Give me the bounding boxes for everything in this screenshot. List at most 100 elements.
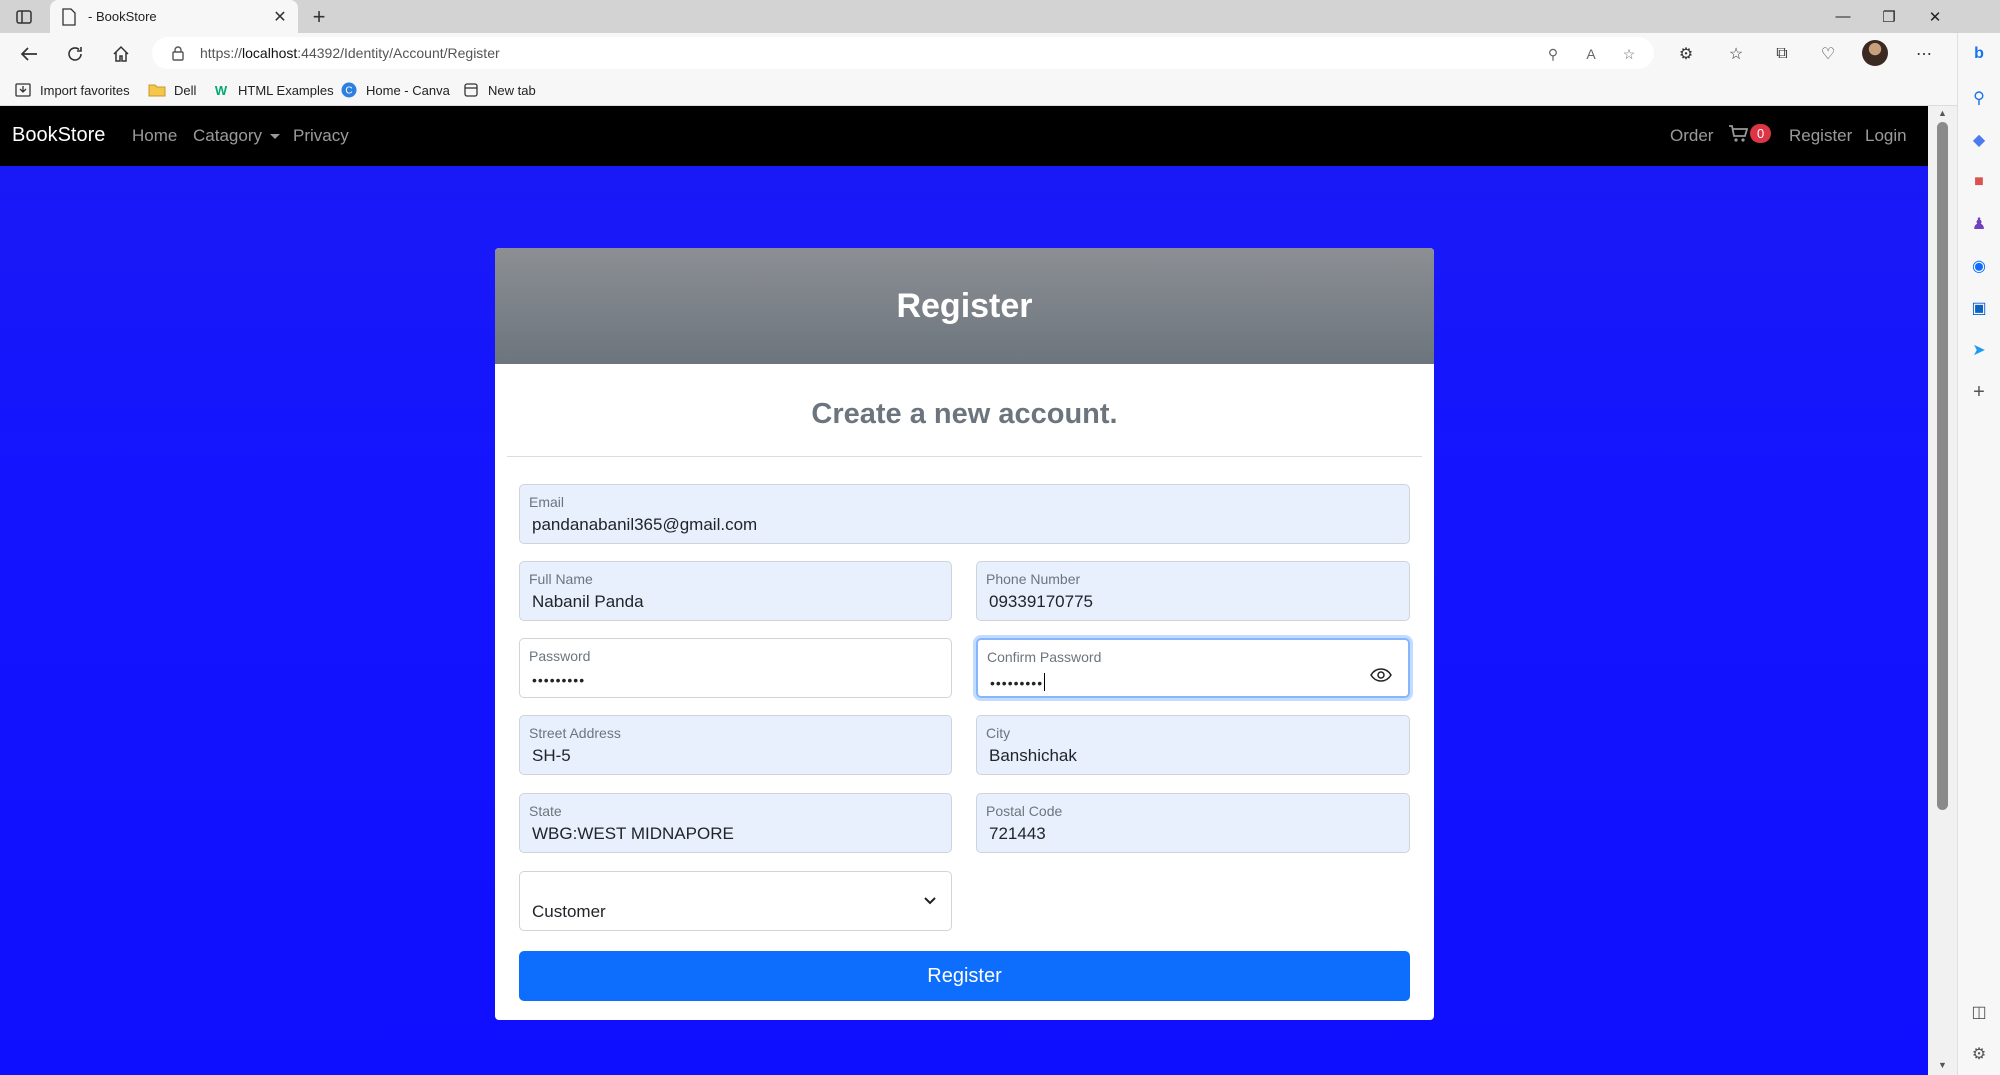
city-label: City bbox=[986, 725, 1011, 741]
cart-count-badge: 0 bbox=[1750, 124, 1772, 143]
fav-new-tab[interactable]: New tab bbox=[462, 79, 536, 101]
folder-icon bbox=[148, 82, 166, 98]
add-sidebar-icon[interactable]: + bbox=[1966, 379, 1992, 405]
nav-home[interactable]: Home bbox=[132, 126, 177, 146]
email-field[interactable]: Email pandanabanil365@gmail.com bbox=[519, 484, 1410, 544]
scroll-down-icon[interactable]: ▼ bbox=[1936, 1060, 1949, 1072]
register-button[interactable]: Register bbox=[519, 951, 1410, 1001]
full-name-label: Full Name bbox=[529, 571, 593, 587]
street-label: Street Address bbox=[529, 725, 621, 741]
role-selected-value: Customer bbox=[532, 902, 606, 921]
fav-import-favorites[interactable]: Import favorites bbox=[14, 79, 130, 101]
show-password-eye-icon[interactable] bbox=[1370, 668, 1392, 682]
divider bbox=[507, 456, 1422, 457]
search-icon[interactable]: ⚲ bbox=[1966, 85, 1992, 111]
shopping-icon[interactable]: ◆ bbox=[1966, 127, 1992, 153]
nav-login[interactable]: Login bbox=[1865, 126, 1907, 146]
add-favorite-icon[interactable]: ☆ bbox=[1618, 43, 1640, 65]
email-label: Email bbox=[529, 494, 565, 510]
role-select[interactable]: Customer bbox=[519, 871, 952, 931]
back-icon[interactable] bbox=[14, 39, 44, 69]
confirm-password-value: ••••••••• bbox=[990, 673, 1046, 691]
postal-code-field[interactable]: Postal Code 721443 bbox=[976, 793, 1410, 853]
city-field[interactable]: City Banshichak bbox=[976, 715, 1410, 775]
nav-privacy[interactable]: Privacy bbox=[293, 126, 349, 146]
profile-avatar[interactable] bbox=[1862, 40, 1888, 66]
lock-icon bbox=[172, 46, 184, 61]
hide-sidebar-icon[interactable]: ◫ bbox=[1966, 999, 1992, 1025]
state-value: WBG:WEST MIDNAPORE bbox=[532, 824, 734, 843]
fav-dell[interactable]: Dell bbox=[148, 79, 196, 101]
extensions-icon[interactable]: ⚙ bbox=[1672, 40, 1700, 68]
browser-tab[interactable]: - BookStore ✕ bbox=[50, 0, 298, 33]
full-name-value: Nabanil Panda bbox=[532, 592, 644, 611]
tab-close-icon[interactable]: ✕ bbox=[268, 5, 292, 29]
nav-category-dropdown[interactable]: Catagory bbox=[193, 126, 280, 146]
minimize-icon[interactable]: — bbox=[1820, 0, 1866, 33]
site-navbar: BookStore Home Catagory Privacy Order 0 … bbox=[0, 106, 1928, 166]
svg-text:C: C bbox=[345, 86, 352, 97]
phone-value: 09339170775 bbox=[989, 592, 1094, 611]
home-icon[interactable] bbox=[106, 39, 136, 69]
password-label: Password bbox=[529, 648, 591, 664]
restore-icon[interactable]: ❐ bbox=[1866, 0, 1912, 33]
url-bar[interactable]: https://localhost:44392/Identity/Account… bbox=[152, 37, 1654, 69]
performance-icon[interactable]: ♡ bbox=[1814, 40, 1842, 68]
page-scrollbar[interactable]: ▲ ▼ bbox=[1928, 106, 1957, 1075]
cart-icon bbox=[1729, 124, 1748, 142]
browser-tab-strip: - BookStore ✕ + — ❐ ✕ bbox=[0, 0, 2000, 33]
sidebar-toggle-icon[interactable] bbox=[10, 6, 38, 28]
dropdown-caret-icon bbox=[269, 134, 280, 140]
favorites-icon[interactable]: ☆ bbox=[1722, 40, 1750, 68]
send-icon[interactable]: ➤ bbox=[1966, 337, 1992, 363]
copilot-icon[interactable]: b bbox=[1966, 41, 1992, 67]
import-icon bbox=[14, 82, 32, 98]
games-icon[interactable]: ♟ bbox=[1966, 211, 1992, 237]
nav-order[interactable]: Order bbox=[1670, 126, 1713, 146]
page-icon bbox=[62, 7, 76, 26]
new-tab-button[interactable]: + bbox=[306, 4, 332, 30]
page-title: Register bbox=[896, 286, 1033, 325]
tab-title: - BookStore bbox=[88, 9, 157, 24]
cart-link[interactable]: 0 bbox=[1728, 124, 1772, 143]
scrollbar-thumb[interactable] bbox=[1937, 122, 1948, 810]
street-address-field[interactable]: Street Address SH-5 bbox=[519, 715, 952, 775]
key-icon[interactable]: ⚲ bbox=[1542, 43, 1564, 65]
form-subtitle: Create a new account. bbox=[811, 398, 1118, 430]
state-field[interactable]: State WBG:WEST MIDNAPORE bbox=[519, 793, 952, 853]
w3-icon: W bbox=[214, 82, 228, 98]
password-field[interactable]: Password ••••••••• bbox=[519, 638, 952, 698]
scroll-up-icon[interactable]: ▲ bbox=[1936, 108, 1949, 120]
postal-value: 721443 bbox=[989, 824, 1046, 843]
page-content: BookStore Home Catagory Privacy Order 0 … bbox=[0, 106, 1928, 1075]
confirm-password-label: Confirm Password bbox=[987, 649, 1102, 665]
url-text: https://localhost:44392/Identity/Account… bbox=[200, 45, 500, 61]
site-brand[interactable]: BookStore bbox=[12, 124, 105, 147]
state-label: State bbox=[529, 803, 562, 819]
fav-html-examples[interactable]: W HTML Examples bbox=[212, 79, 334, 101]
read-aloud-icon[interactable]: A bbox=[1580, 43, 1602, 65]
tools-icon[interactable]: ■ bbox=[1966, 169, 1992, 195]
postal-label: Postal Code bbox=[986, 803, 1063, 819]
nav-register[interactable]: Register bbox=[1789, 126, 1852, 146]
phone-label: Phone Number bbox=[986, 571, 1081, 587]
office-icon[interactable]: ◉ bbox=[1966, 253, 1992, 279]
favorites-bar: Import favorites Dell W HTML Examples C … bbox=[0, 73, 2000, 106]
outlook-icon[interactable]: ▣ bbox=[1966, 295, 1992, 321]
canva-icon: C bbox=[340, 82, 358, 98]
full-name-field[interactable]: Full Name Nabanil Panda bbox=[519, 561, 952, 621]
street-value: SH-5 bbox=[532, 746, 571, 765]
email-value: pandanabanil365@gmail.com bbox=[532, 515, 758, 534]
city-value: Banshichak bbox=[989, 746, 1077, 765]
register-card: Register Create a new account. Email pan… bbox=[495, 248, 1434, 1020]
newtab-icon bbox=[462, 82, 480, 98]
close-window-icon[interactable]: ✕ bbox=[1912, 0, 1958, 33]
fav-home-canva[interactable]: C Home - Canva bbox=[340, 79, 450, 101]
settings-icon[interactable]: ⚙ bbox=[1966, 1041, 1992, 1067]
refresh-icon[interactable] bbox=[60, 39, 90, 69]
phone-number-field[interactable]: Phone Number 09339170775 bbox=[976, 561, 1410, 621]
address-toolbar: https://localhost:44392/Identity/Account… bbox=[0, 33, 2000, 73]
confirm-password-field[interactable]: Confirm Password ••••••••• bbox=[976, 638, 1410, 698]
more-options-icon[interactable]: ⋯ bbox=[1910, 40, 1938, 68]
collections-icon[interactable]: ⧉ bbox=[1768, 40, 1796, 68]
